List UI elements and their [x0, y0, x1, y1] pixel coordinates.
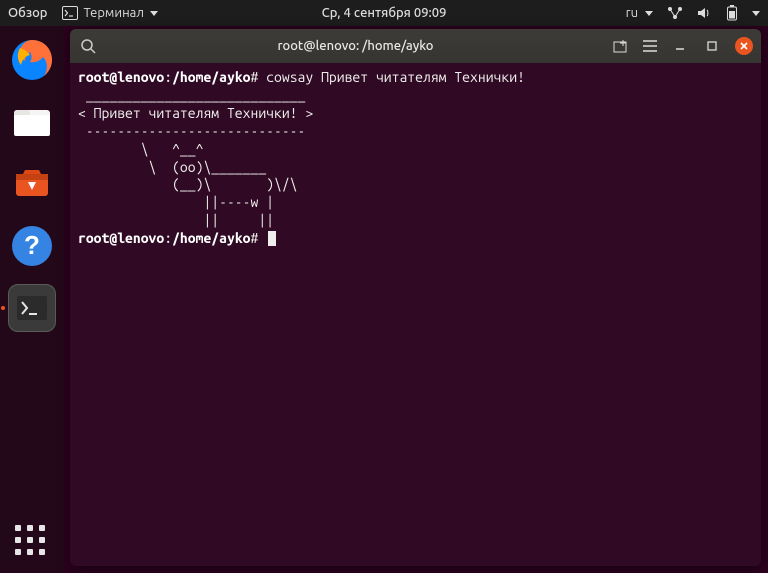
- prompt-path: /home/ayko: [172, 230, 250, 246]
- output-line: ||----w |: [78, 194, 274, 210]
- keyboard-layout-indicator[interactable]: ru: [626, 6, 653, 20]
- dock-firefox[interactable]: [8, 36, 56, 84]
- top-panel-left: Обзор Терминал: [8, 6, 158, 20]
- chevron-down-icon: [150, 11, 158, 16]
- new-tab-icon[interactable]: [613, 39, 629, 53]
- terminal-window: root@lenovo: /home/ayko root@lenovo:/hom…: [70, 29, 761, 566]
- output-line: \ (oo)\_______: [78, 159, 266, 175]
- maximize-button[interactable]: [703, 37, 721, 55]
- prompt-user: root@lenovo: [78, 230, 164, 246]
- titlebar[interactable]: root@lenovo: /home/ayko: [70, 29, 761, 63]
- keyboard-layout-label: ru: [626, 6, 638, 20]
- chevron-down-icon: [645, 11, 653, 16]
- close-button[interactable]: [735, 37, 753, 55]
- output-line: < Привет читателям Технички! >: [78, 105, 313, 121]
- output-line: ----------------------------: [78, 123, 313, 139]
- command-text: cowsay Привет читателям Технички!: [266, 69, 525, 85]
- activities-button[interactable]: Обзор: [8, 6, 48, 20]
- output-line: \ ^__^: [78, 141, 203, 157]
- dock-software[interactable]: [8, 160, 56, 208]
- output-line: ____________________________: [78, 87, 313, 103]
- dock-files[interactable]: [8, 98, 56, 146]
- svg-text:?: ?: [24, 230, 40, 260]
- grid-icon: [15, 525, 49, 559]
- hamburger-menu-icon[interactable]: [643, 40, 657, 52]
- dock-help[interactable]: ?: [8, 222, 56, 270]
- output-line: || ||: [78, 212, 274, 228]
- running-indicator: [1, 306, 5, 310]
- prompt-path: /home/ayko: [172, 69, 250, 85]
- top-panel: Обзор Терминал Ср, 4 сентября 09:09 ru: [0, 0, 768, 26]
- terminal-app-icon: [62, 6, 78, 20]
- volume-icon[interactable]: [697, 6, 712, 20]
- dock-terminal[interactable]: [8, 284, 56, 332]
- app-menu[interactable]: Терминал: [62, 6, 158, 20]
- cursor: [268, 231, 276, 246]
- battery-icon[interactable]: [726, 5, 738, 21]
- search-icon[interactable]: [78, 36, 98, 56]
- prompt-symbol: #: [251, 69, 259, 85]
- system-menu-icon[interactable]: [752, 11, 760, 16]
- dock: ?: [0, 26, 64, 573]
- terminal-body[interactable]: root@lenovo:/home/ayko# cowsay Привет чи…: [70, 63, 761, 566]
- prompt-symbol: #: [251, 230, 259, 246]
- output-line: (__)\ )\/\: [78, 176, 298, 192]
- top-panel-right: ru: [626, 5, 760, 21]
- minimize-button[interactable]: [671, 37, 689, 55]
- app-menu-label: Терминал: [84, 6, 144, 20]
- titlebar-right: [613, 37, 753, 55]
- window-title: root@lenovo: /home/ayko: [106, 39, 605, 53]
- clock[interactable]: Ср, 4 сентября 09:09: [322, 6, 447, 20]
- prompt-user: root@lenovo: [78, 69, 164, 85]
- show-applications-button[interactable]: [0, 525, 64, 559]
- network-icon[interactable]: [667, 6, 683, 20]
